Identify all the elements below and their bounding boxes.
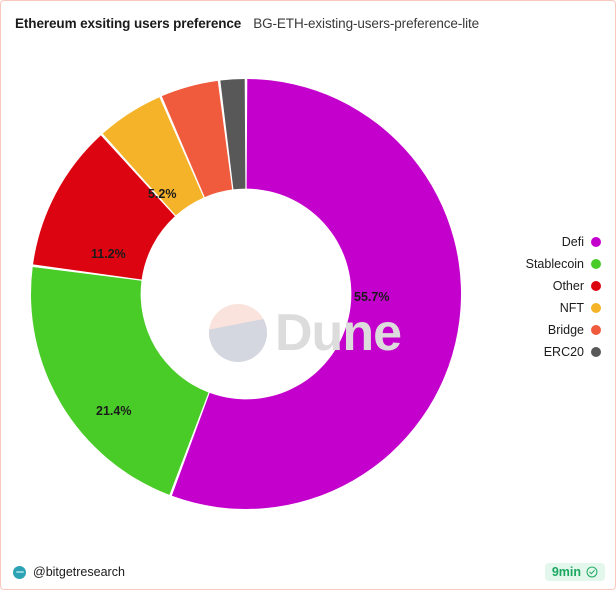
- page-title: Ethereum exsiting users preference: [15, 15, 242, 31]
- legend-item-bridge[interactable]: Bridge: [548, 321, 601, 338]
- legend-item-label: Other: [552, 278, 584, 293]
- legend-item-erc20[interactable]: ERC20: [544, 343, 601, 360]
- legend-swatch-icon: [591, 280, 601, 291]
- chart-footer: @bitgetresearch 9min: [1, 555, 615, 589]
- donut-slice-group: [30, 79, 462, 509]
- legend-swatch-icon: [591, 258, 601, 269]
- refresh-time-label: 9min: [551, 565, 581, 579]
- donut-chart-svg: [30, 79, 462, 509]
- legend-swatch-icon: [591, 346, 601, 357]
- bitget-avatar-icon: [13, 565, 26, 579]
- slice-label-stablecoin: 21.4%: [96, 404, 132, 418]
- legend-item-label: ERC20: [543, 344, 584, 359]
- chart-legend: Defi Stablecoin Other NFT Bridge ERC20: [526, 233, 601, 360]
- legend-item-label: Stablecoin: [525, 256, 584, 271]
- chart-card: Ethereum exsiting users preference BG-ET…: [0, 0, 616, 590]
- legend-item-defi[interactable]: Defi: [562, 233, 601, 250]
- status-badge: 9min: [544, 563, 605, 581]
- legend-item-label: Bridge: [547, 322, 584, 337]
- footer-attribution: @bitgetresearch: [13, 565, 125, 579]
- author-handle: @bitgetresearch: [33, 565, 125, 579]
- chart-subtitle: BG-ETH-existing-users-preference-lite: [253, 15, 480, 31]
- legend-item-stablecoin[interactable]: Stablecoin: [526, 255, 601, 272]
- chart-plot-area: Dune 55.7% 21.4% 11.2% 5.2%: [1, 37, 501, 547]
- legend-swatch-icon: [591, 302, 601, 313]
- legend-item-nft[interactable]: NFT: [560, 299, 601, 316]
- slice-label-other: 11.2%: [91, 247, 126, 261]
- legend-swatch-icon: [591, 324, 601, 335]
- legend-item-label: NFT: [559, 300, 584, 315]
- donut-slice-stablecoin[interactable]: [30, 266, 209, 495]
- slice-label-nft: 5.2%: [148, 187, 177, 201]
- legend-item-label: Defi: [561, 234, 584, 249]
- legend-swatch-icon: [591, 236, 601, 247]
- legend-item-other[interactable]: Other: [553, 277, 601, 294]
- slice-label-defi: 55.7%: [354, 290, 390, 304]
- check-circle-icon: [586, 566, 598, 578]
